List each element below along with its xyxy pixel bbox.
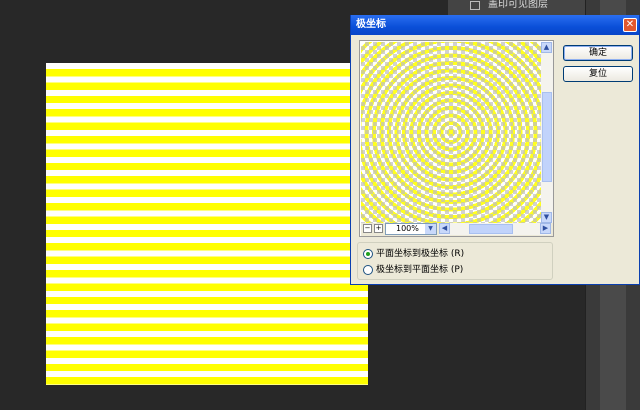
zoom-value: 100% xyxy=(396,224,419,233)
horizontal-scrollbar[interactable]: ◀ ▶ xyxy=(439,223,551,235)
scroll-left-icon[interactable]: ◀ xyxy=(439,223,450,234)
zoom-select[interactable]: 100% ▼ xyxy=(385,223,437,235)
radio-rect-to-polar[interactable]: 平面坐标到极坐标 (R) xyxy=(363,247,464,261)
scroll-up-icon[interactable]: ▲ xyxy=(541,42,552,53)
vertical-scrollbar[interactable]: ▲ ▼ xyxy=(541,42,553,223)
reset-button[interactable]: 复位 xyxy=(563,66,633,82)
conversion-options: 平面坐标到极坐标 (R) 极坐标到平面坐标 (P) xyxy=(357,242,553,280)
layer-name: 盖印可见图层 xyxy=(488,0,548,10)
zoom-in-button[interactable]: + xyxy=(374,224,383,233)
polar-coordinates-dialog: 极坐标 ✕ ▲ ▼ − + 100% ▼ ◀ ▶ 确定 复位 平面坐标到极坐标 (… xyxy=(350,15,640,285)
radio-polar-to-rect[interactable]: 极坐标到平面坐标 (P) xyxy=(363,263,463,277)
dialog-title: 极坐标 xyxy=(351,15,639,35)
layer-icon xyxy=(470,1,480,10)
preview-pane: ▲ ▼ − + 100% ▼ ◀ ▶ xyxy=(359,40,554,237)
close-button[interactable]: ✕ xyxy=(623,18,637,32)
preview-image[interactable] xyxy=(361,42,541,223)
ok-button[interactable]: 确定 xyxy=(563,45,633,61)
document-canvas[interactable] xyxy=(46,63,368,385)
chevron-down-icon: ▼ xyxy=(425,224,436,234)
layers-panel-item[interactable]: 盖印可见图层 xyxy=(448,0,598,15)
zoom-out-button[interactable]: − xyxy=(363,224,372,233)
scroll-right-icon[interactable]: ▶ xyxy=(540,223,551,234)
scroll-down-icon[interactable]: ▼ xyxy=(541,212,552,223)
